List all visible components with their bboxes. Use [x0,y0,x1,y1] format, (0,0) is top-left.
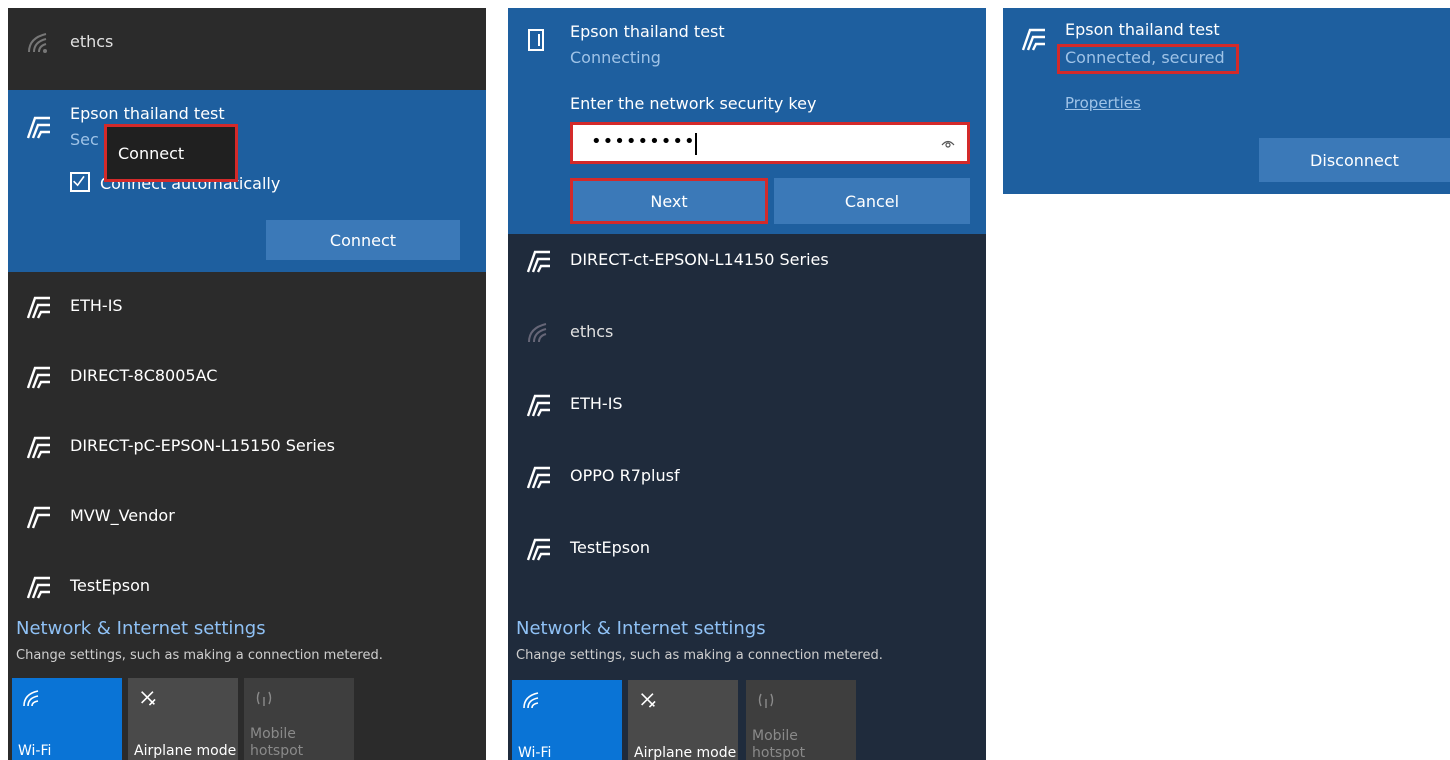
wifi-lock-icon [26,296,50,319]
network-item[interactable]: ethcs [508,298,986,368]
network-name: TestEpson [70,576,151,595]
wifi-lock-icon [26,116,50,139]
network-item[interactable]: ETH-IS [8,272,486,342]
hotspot-tile-label: Mobile hotspot [250,726,304,759]
hotspot-icon [256,691,272,706]
airplane-tile-label: Airplane mode [634,745,737,760]
network-name: TestEpson [570,538,651,557]
security-key-prompt: Enter the network security key [570,94,817,113]
network-name: OPPO R7plusf [570,466,680,485]
wifi-tile-label: Wi-Fi [18,743,52,759]
wifi-flyout-password-panel: Epson thailand test Connecting Enter the… [508,8,986,760]
network-item[interactable]: MVW_Vendor [8,482,486,552]
network-settings-description: Change settings, such as making a connec… [16,648,383,663]
wifi-lock-icon [526,394,550,417]
network-name: DIRECT-pC-EPSON-L15150 Series [70,436,335,455]
network-name: ethcs [70,32,114,51]
hotspot-icon [758,693,774,708]
wifi-faded-icon [528,323,547,343]
selected-network-name: Epson thailand test [570,22,725,41]
text-caret [695,133,697,155]
network-settings-description: Change settings, such as making a connec… [516,648,883,663]
network-item[interactable]: DIRECT-ct-EPSON-L14150 Series [508,226,986,296]
mobile-hotspot-tile[interactable]: Mobile hotspot [746,680,856,760]
password-mask: ••••••••• [591,131,696,152]
airplane-icon [641,693,656,708]
wifi-toggle-tile[interactable]: Wi-Fi [12,678,122,760]
next-button[interactable]: Next [570,178,768,224]
selected-network-status: Connecting [570,48,661,67]
airplane-mode-tile[interactable]: Airplane mode [628,680,738,760]
wifi-lock-icon [526,250,550,273]
wifi-lock-icon [526,538,550,561]
wifi-connected-panel: Epson thailand test Connected, secured P… [1003,8,1450,194]
wifi-toggle-tile[interactable]: Wi-Fi [512,680,622,760]
wifi-lock-icon [26,366,50,389]
network-item[interactable]: TestEpson [508,514,986,584]
airplane-icon [141,691,156,706]
cancel-button[interactable]: Cancel [774,178,970,224]
network-settings-link[interactable]: Network & Internet settings [516,618,766,639]
wifi-tile-label: Wi-Fi [518,745,552,760]
context-menu-connect[interactable]: Connect [104,124,238,182]
properties-link[interactable]: Properties [1065,94,1141,112]
airplane-mode-tile[interactable]: Airplane mode [128,678,238,760]
wifi-icon [523,692,539,709]
network-item-selected[interactable]: Epson thailand test Connecting Enter the… [508,8,986,234]
security-key-input[interactable]: ••••••••• [570,122,970,164]
eye-icon[interactable] [941,137,955,151]
wifi-lock-icon [26,506,50,529]
checkmark-icon [73,175,85,187]
network-item-selected[interactable]: Epson thailand test Sec Connect automati… [8,90,486,272]
wifi-lock-icon [1021,28,1045,51]
network-name: DIRECT-ct-EPSON-L14150 Series [570,250,829,269]
airplane-tile-label: Airplane mode [134,743,237,759]
network-settings-link[interactable]: Network & Internet settings [16,618,266,639]
connect-automatically-checkbox[interactable] [70,172,90,192]
wifi-flyout-select-panel: ethcs Epson thailand test Sec Connect au… [8,8,486,760]
disconnect-button[interactable]: Disconnect [1259,138,1450,182]
wifi-connecting-icon [528,29,544,51]
connect-button[interactable]: Connect [266,220,460,260]
wifi-lock-icon [26,576,50,599]
network-item[interactable]: DIRECT-8C8005AC [8,342,486,412]
network-name: ETH-IS [70,296,123,315]
network-item[interactable]: OPPO R7plusf [508,442,986,512]
network-name: DIRECT-8C8005AC [70,366,218,385]
network-item[interactable]: ETH-IS [508,370,986,440]
wifi-lock-icon [526,466,550,489]
wifi-faded-icon [28,33,47,53]
connected-status-highlight: Connected, secured [1057,44,1239,74]
hotspot-tile-label: Mobile hotspot [752,728,806,760]
connected-network-name: Epson thailand test [1065,20,1220,39]
selected-network-name: Epson thailand test [70,104,225,123]
network-name: ethcs [570,322,614,341]
wifi-lock-icon [26,436,50,459]
network-name: MVW_Vendor [70,506,175,525]
network-item[interactable]: TestEpson [8,552,486,622]
mobile-hotspot-tile[interactable]: Mobile hotspot [244,678,354,760]
selected-network-status: Sec [70,130,99,149]
network-name: ETH-IS [570,394,623,413]
network-item[interactable]: DIRECT-pC-EPSON-L15150 Series [8,412,486,482]
connected-status: Connected, secured [1065,48,1225,67]
network-item-ethcs[interactable]: ethcs [8,8,486,78]
wifi-icon [23,690,39,707]
